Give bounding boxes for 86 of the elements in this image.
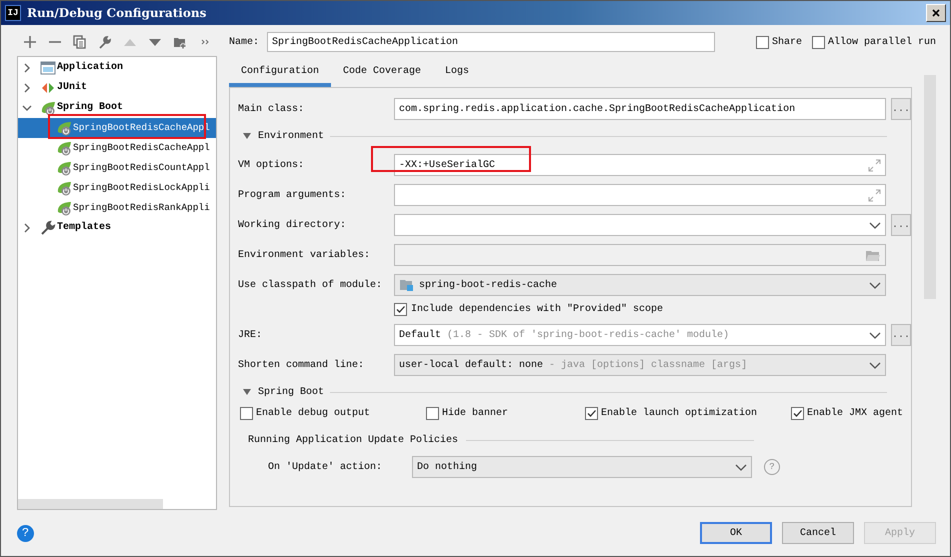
field-label: Name: (229, 36, 260, 48)
check-icon (792, 408, 803, 418)
tree-group[interactable]: Application (18, 58, 216, 78)
leaf-icon (56, 140, 72, 156)
check-icon (395, 304, 406, 314)
checkbox-label: Enable launch optimization (601, 408, 758, 418)
field-label: Environment variables: (238, 250, 372, 260)
checkbox-label: Include dependencies with "Provided" scope (411, 304, 664, 314)
tab[interactable]: Configuration (229, 59, 332, 87)
checkbox[interactable] (756, 36, 769, 48)
chevron-down-icon[interactable] (869, 332, 881, 340)
field-hint: (1.8 - SDK of 'spring-boot-redis-cache' module) (447, 330, 730, 340)
tree-group[interactable]: Templates (18, 218, 216, 238)
field-hint: - java [options] classname [args] (549, 360, 748, 370)
browse-button[interactable]: ... (891, 324, 911, 346)
plus-icon[interactable] (23, 34, 37, 49)
field-value: user-local default: none (399, 360, 544, 370)
field-label: Shorten command line: (238, 360, 366, 370)
field-value: Do nothing (417, 462, 478, 472)
checkbox[interactable] (585, 406, 598, 420)
tree-item[interactable]: SpringBootRedisCountAppl (18, 158, 216, 178)
check-icon (586, 408, 597, 418)
dropdown[interactable]: spring-boot-redis-cache (394, 274, 886, 296)
tab[interactable]: Code Coverage (331, 59, 434, 87)
tree-group[interactable]: Spring Boot (18, 98, 216, 118)
field-value: spring-boot-redis-cache (419, 280, 558, 290)
leaf-icon (40, 100, 56, 116)
checkbox[interactable] (791, 406, 804, 420)
tree-item[interactable]: SpringBootRedisLockAppli (18, 178, 216, 198)
close-icon (932, 9, 940, 17)
leaf-icon (56, 200, 72, 216)
checkbox-label: Share (772, 36, 802, 48)
dialog-button[interactable]: Cancel (782, 522, 854, 544)
dropdown[interactable]: Do nothing (412, 456, 752, 478)
input-field[interactable]: -XX:+UseSerialGC (394, 154, 886, 176)
input-field[interactable]: com.spring.redis.application.cache.SpringBootRedisCacheApplication (394, 98, 886, 120)
field-value: -XX:+UseSerialGC (399, 160, 496, 170)
copy-icon[interactable] (73, 34, 87, 49)
app-logo: IJ (5, 5, 21, 21)
field-label: Program arguments: (238, 190, 348, 200)
browse-button[interactable]: ... (891, 98, 911, 120)
chevron-down-icon[interactable] (735, 464, 747, 472)
triangle-icon[interactable] (242, 132, 252, 140)
leaf-icon (56, 180, 72, 196)
dialog-button[interactable]: OK (700, 522, 772, 544)
triangle-icon[interactable] (242, 388, 252, 396)
dropdown[interactable]: Default (1.8 - SDK of 'spring-boot-redis-cache' module) (394, 324, 886, 346)
chevron-down-icon[interactable] (869, 222, 881, 230)
wrench-icon[interactable] (98, 34, 112, 49)
field-label: JRE: (238, 330, 264, 340)
tree-item[interactable]: SpringBootRedisRankAppli (18, 198, 216, 218)
checkbox[interactable] (240, 406, 253, 420)
group-title: Running Application Update Policies (248, 434, 458, 446)
input-field[interactable] (394, 184, 886, 206)
field-value: Default (399, 330, 442, 340)
window-title: Run/Debug Configurations (27, 6, 208, 20)
scrollbar[interactable] (18, 499, 163, 509)
chevron-down-icon[interactable] (869, 282, 881, 290)
section-title: Environment (258, 130, 324, 142)
chevron-down-icon[interactable] (869, 362, 881, 370)
leaf-icon (56, 160, 72, 176)
field-label: Working directory: (238, 220, 348, 230)
tab[interactable]: Logs (433, 59, 482, 87)
field-label: Use classpath of module: (238, 280, 384, 290)
tree-item[interactable]: SpringBootRedisCacheAppl (18, 138, 216, 158)
close-button[interactable] (926, 4, 946, 22)
checkbox-label: Enable JMX agent (807, 408, 904, 418)
checkbox-label: Allow parallel run (828, 36, 936, 48)
checkbox[interactable] (394, 302, 407, 316)
checkbox-label: Hide banner (442, 408, 508, 418)
checkbox[interactable] (426, 406, 439, 420)
help-button[interactable]: ? (17, 524, 34, 542)
wrench-icon (40, 220, 56, 236)
field-label: Main class: (238, 104, 306, 114)
name-field[interactable]: SpringBootRedisCacheApplication (267, 32, 716, 52)
leaf-icon (56, 120, 72, 136)
field-value: com.spring.redis.application.cache.SpringBootRedisCacheApplication (399, 104, 796, 114)
window-icon (40, 60, 56, 76)
tree-group[interactable]: JUnit (18, 78, 216, 98)
checkbox[interactable] (812, 36, 825, 48)
checkbox-label: Enable debug output (256, 408, 370, 418)
field-label: VM options: (238, 160, 306, 170)
section-title: Spring Boot (258, 386, 324, 398)
dropdown[interactable]: user-local default: none - java [options] classname [args] (394, 354, 886, 376)
field-label: On 'Update' action: (267, 462, 384, 472)
browse-button[interactable]: ... (891, 214, 911, 236)
